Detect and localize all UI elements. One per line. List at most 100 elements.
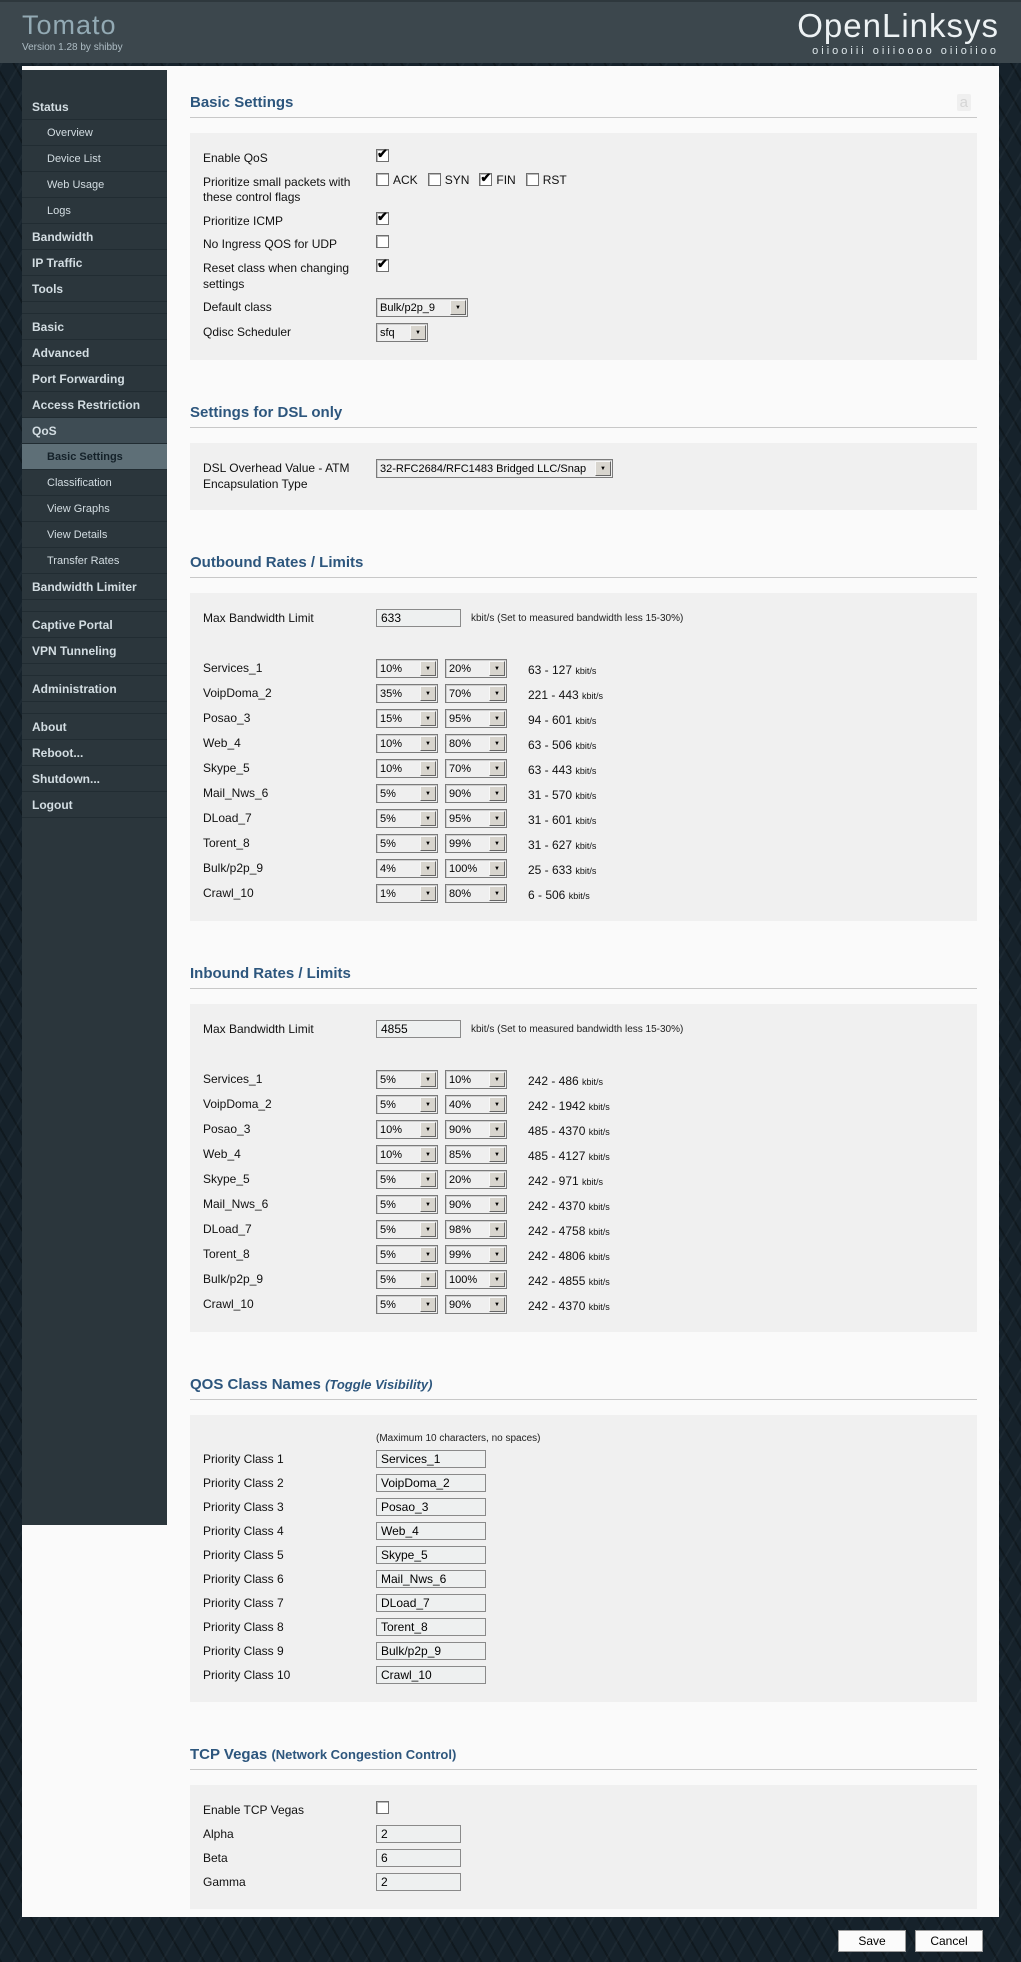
inbound-max-bandwidth-input[interactable]: [376, 1020, 461, 1038]
beta-input[interactable]: [376, 1849, 461, 1867]
outbound-bulk-p2p-9-rate-select[interactable]: 4%▼: [376, 859, 438, 878]
outbound-skype-5-limit-select[interactable]: 70%▼: [445, 759, 507, 778]
inbound-posao-3-limit-select[interactable]: 90%▼: [445, 1120, 507, 1139]
priority-class-1-input[interactable]: [376, 1450, 486, 1468]
alpha-input[interactable]: [376, 1825, 461, 1843]
sidebar-item-captive-portal[interactable]: Captive Portal: [22, 612, 167, 638]
priority-class-8-input[interactable]: [376, 1618, 486, 1636]
rate-range: 94 - 601 kbit/s: [528, 711, 596, 727]
sidebar-item-view-details[interactable]: View Details: [22, 522, 167, 548]
sidebar-item-shutdown[interactable]: Shutdown...: [22, 766, 167, 792]
inbound-mail-nws-6-rate-select[interactable]: 5%▼: [376, 1195, 438, 1214]
sidebar-item-qos[interactable]: QoS: [22, 418, 167, 444]
outbound-torent-8-rate-select[interactable]: 5%▼: [376, 834, 438, 853]
sidebar-item-reboot[interactable]: Reboot...: [22, 740, 167, 766]
outbound-voipdoma-2-rate-select[interactable]: 35%▼: [376, 684, 438, 703]
outbound-skype-5-rate-select[interactable]: 10%▼: [376, 759, 438, 778]
inbound-web-4-limit-select[interactable]: 85%▼: [445, 1145, 507, 1164]
outbound-posao-3-limit-select[interactable]: 95%▼: [445, 709, 507, 728]
outbound-crawl-10-limit-select[interactable]: 80%▼: [445, 884, 507, 903]
sidebar-item-bandwidth-limiter[interactable]: Bandwidth Limiter: [22, 574, 167, 600]
outbound-dload-7-limit-select[interactable]: 95%▼: [445, 809, 507, 828]
sidebar-item-administration[interactable]: Administration: [22, 676, 167, 702]
outbound-voipdoma-2-limit-select[interactable]: 70%▼: [445, 684, 507, 703]
dropdown-arrow-icon: ▼: [420, 786, 436, 801]
prioritize-icmp-checkbox[interactable]: ✔: [376, 212, 389, 225]
flag-ack-checkbox[interactable]: [376, 173, 389, 186]
priority-class-7-input[interactable]: [376, 1594, 486, 1612]
priority-class-4-input[interactable]: [376, 1522, 486, 1540]
outbound-dload-7-rate-select[interactable]: 5%▼: [376, 809, 438, 828]
no-ingress-qos-for-udp-checkbox[interactable]: [376, 235, 389, 248]
priority-class-5-input[interactable]: [376, 1546, 486, 1564]
outbound-max-bandwidth-input[interactable]: [376, 609, 461, 627]
outbound-mail-nws-6-limit-select[interactable]: 90%▼: [445, 784, 507, 803]
select-value: 10%: [377, 1149, 420, 1161]
inbound-crawl-10-rate-select[interactable]: 5%▼: [376, 1295, 438, 1314]
default-class-select[interactable]: Bulk/p2p_9▼: [376, 298, 468, 317]
outbound-mail-nws-6-rate-select[interactable]: 5%▼: [376, 784, 438, 803]
sidebar-item-port-forwarding[interactable]: Port Forwarding: [22, 366, 167, 392]
sidebar-item-ip-traffic[interactable]: IP Traffic: [22, 250, 167, 276]
inbound-torent-8-limit-select[interactable]: 99%▼: [445, 1245, 507, 1264]
dsl-overhead-select[interactable]: 32-RFC2684/RFC1483 Bridged LLC/Snap▼: [376, 459, 613, 478]
flag-syn-checkbox[interactable]: [428, 173, 441, 186]
outbound-services-1-limit-select[interactable]: 20%▼: [445, 659, 507, 678]
inbound-skype-5-rate-select[interactable]: 5%▼: [376, 1170, 438, 1189]
sidebar-item-transfer-rates[interactable]: Transfer Rates: [22, 548, 167, 574]
save-button[interactable]: Save: [838, 1930, 906, 1952]
priority-class-2-input[interactable]: [376, 1474, 486, 1492]
outbound-services-1-rate-select[interactable]: 10%▼: [376, 659, 438, 678]
sidebar-item-classification[interactable]: Classification: [22, 470, 167, 496]
enable-qos-checkbox[interactable]: ✔: [376, 149, 389, 162]
inbound-dload-7-limit-select[interactable]: 98%▼: [445, 1220, 507, 1239]
enable-tcp-vegas-checkbox[interactable]: [376, 1801, 389, 1814]
qdisc-scheduler-select[interactable]: sfq▼: [376, 323, 428, 342]
sidebar-item-logs[interactable]: Logs: [22, 198, 167, 224]
priority-class-3-input[interactable]: [376, 1498, 486, 1516]
outbound-torent-8-limit-select[interactable]: 99%▼: [445, 834, 507, 853]
cancel-button[interactable]: Cancel: [915, 1930, 983, 1952]
flag-rst-checkbox[interactable]: [526, 173, 539, 186]
inbound-mail-nws-6-limit-select[interactable]: 90%▼: [445, 1195, 507, 1214]
outbound-web-4-rate-select[interactable]: 10%▼: [376, 734, 438, 753]
field-label: Enable TCP Vegas: [203, 1801, 376, 1819]
inbound-voipdoma-2-limit-select[interactable]: 40%▼: [445, 1095, 507, 1114]
sidebar-item-device-list[interactable]: Device List: [22, 146, 167, 172]
outbound-crawl-10-rate-select[interactable]: 1%▼: [376, 884, 438, 903]
outbound-posao-3-rate-select[interactable]: 15%▼: [376, 709, 438, 728]
sidebar-item-status[interactable]: Status: [22, 94, 167, 120]
sidebar-item-tools[interactable]: Tools: [22, 276, 167, 302]
sidebar-item-about[interactable]: About: [22, 714, 167, 740]
sidebar-item-basic-settings[interactable]: Basic Settings: [22, 444, 167, 470]
sidebar-item-web-usage[interactable]: Web Usage: [22, 172, 167, 198]
outbound-web-4-limit-select[interactable]: 80%▼: [445, 734, 507, 753]
sidebar-item-view-graphs[interactable]: View Graphs: [22, 496, 167, 522]
inbound-dload-7-rate-select[interactable]: 5%▼: [376, 1220, 438, 1239]
priority-class-6-input[interactable]: [376, 1570, 486, 1588]
outbound-bulk-p2p-9-limit-select[interactable]: 100%▼: [445, 859, 507, 878]
inbound-bulk-p2p-9-limit-select[interactable]: 100%▼: [445, 1270, 507, 1289]
inbound-services-1-limit-select[interactable]: 10%▼: [445, 1070, 507, 1089]
priority-class-9-input[interactable]: [376, 1642, 486, 1660]
select-value: 85%: [446, 1149, 489, 1161]
inbound-posao-3-rate-select[interactable]: 10%▼: [376, 1120, 438, 1139]
gamma-input[interactable]: [376, 1873, 461, 1891]
sidebar-item-advanced[interactable]: Advanced: [22, 340, 167, 366]
inbound-skype-5-limit-select[interactable]: 20%▼: [445, 1170, 507, 1189]
inbound-bulk-p2p-9-rate-select[interactable]: 5%▼: [376, 1270, 438, 1289]
sidebar-item-access-restriction[interactable]: Access Restriction: [22, 392, 167, 418]
inbound-web-4-rate-select[interactable]: 10%▼: [376, 1145, 438, 1164]
inbound-services-1-rate-select[interactable]: 5%▼: [376, 1070, 438, 1089]
inbound-torent-8-rate-select[interactable]: 5%▼: [376, 1245, 438, 1264]
sidebar-item-overview[interactable]: Overview: [22, 120, 167, 146]
priority-class-10-input[interactable]: [376, 1666, 486, 1684]
reset-class-when-changing-settings-checkbox[interactable]: ✔: [376, 259, 389, 272]
inbound-crawl-10-limit-select[interactable]: 90%▼: [445, 1295, 507, 1314]
sidebar-item-logout[interactable]: Logout: [22, 792, 167, 818]
flag-fin-checkbox[interactable]: ✔: [479, 173, 492, 186]
sidebar-item-bandwidth[interactable]: Bandwidth: [22, 224, 167, 250]
sidebar-item-vpn-tunneling[interactable]: VPN Tunneling: [22, 638, 167, 664]
inbound-voipdoma-2-rate-select[interactable]: 5%▼: [376, 1095, 438, 1114]
sidebar-item-basic[interactable]: Basic: [22, 314, 167, 340]
